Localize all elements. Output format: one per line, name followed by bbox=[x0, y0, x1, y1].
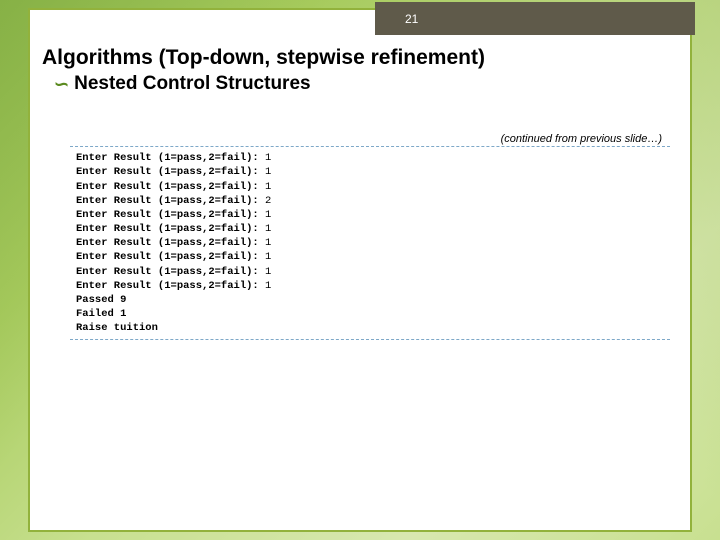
bullet-icon: ∽ bbox=[54, 75, 69, 93]
code-line: Enter Result (1=pass,2=fail): 1 bbox=[76, 280, 271, 292]
code-line: Enter Result (1=pass,2=fail): 1 bbox=[76, 251, 271, 263]
code-line: Enter Result (1=pass,2=fail): 1 bbox=[76, 266, 271, 278]
slide-frame: 21 Algorithms (Top-down, stepwise refine… bbox=[28, 8, 692, 532]
subtitle-row: ∽ Nested Control Structures bbox=[54, 73, 678, 95]
code-line: Enter Result (1=pass,2=fail): 1 bbox=[76, 181, 271, 193]
code-line: Enter Result (1=pass,2=fail): 1 bbox=[76, 237, 271, 249]
code-output-box: Enter Result (1=pass,2=fail): 1 Enter Re… bbox=[70, 146, 670, 340]
slide-subtitle: Nested Control Structures bbox=[74, 73, 310, 95]
page-number: 21 bbox=[405, 12, 418, 26]
code-line: Enter Result (1=pass,2=fail): 1 bbox=[76, 152, 271, 164]
header-bar: 21 bbox=[375, 2, 695, 35]
code-line: Enter Result (1=pass,2=fail): 2 bbox=[76, 195, 271, 207]
code-line: Enter Result (1=pass,2=fail): 1 bbox=[76, 223, 271, 235]
summary-failed: Failed 1 bbox=[76, 308, 126, 320]
summary-passed: Passed 9 bbox=[76, 294, 126, 306]
code-line: Enter Result (1=pass,2=fail): 1 bbox=[76, 166, 271, 178]
content-area: (continued from previous slide…) Enter R… bbox=[70, 133, 670, 340]
code-line: Enter Result (1=pass,2=fail): 1 bbox=[76, 209, 271, 221]
slide-title: Algorithms (Top-down, stepwise refinemen… bbox=[42, 45, 678, 71]
final-line: Raise tuition bbox=[76, 322, 158, 334]
continued-note: (continued from previous slide…) bbox=[70, 133, 670, 146]
